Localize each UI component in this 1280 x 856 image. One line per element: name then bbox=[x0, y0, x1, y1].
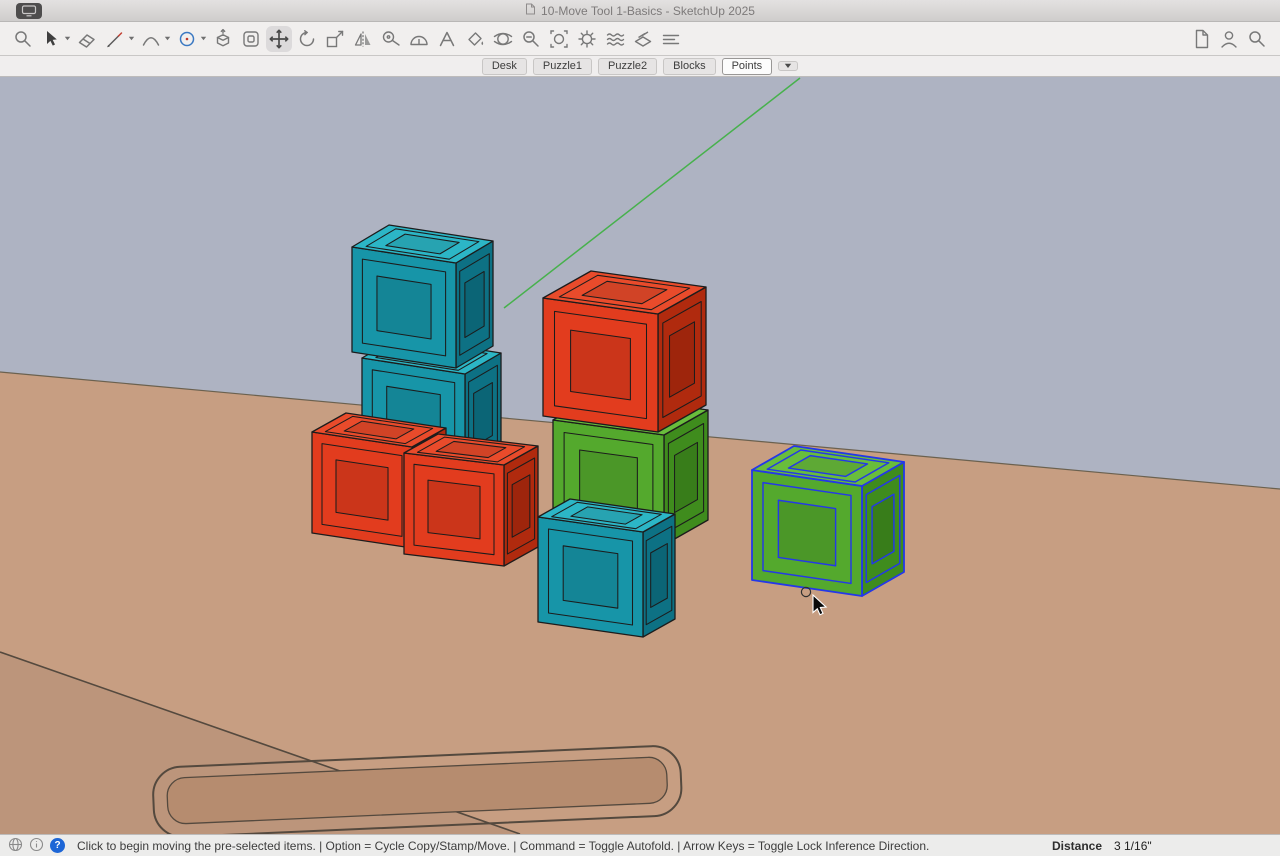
offset-icon[interactable] bbox=[238, 26, 264, 52]
distance-label: Distance bbox=[1051, 838, 1102, 853]
document-panel-icon[interactable] bbox=[1188, 26, 1214, 52]
document-proxy-icon bbox=[525, 3, 536, 18]
chevron-down-icon[interactable] bbox=[63, 26, 72, 52]
chevron-down-icon[interactable] bbox=[163, 26, 172, 52]
circle-icon[interactable] bbox=[174, 26, 200, 52]
section-plane-icon[interactable] bbox=[630, 26, 656, 52]
eraser-icon[interactable] bbox=[74, 26, 100, 52]
status-bar: ? Click to begin moving the pre-selected… bbox=[0, 834, 1280, 856]
distance-value-field[interactable]: 3 1/16" bbox=[1114, 839, 1164, 853]
display-icon[interactable] bbox=[16, 3, 42, 19]
paint-bucket-icon[interactable] bbox=[462, 26, 488, 52]
move-icon[interactable] bbox=[266, 25, 292, 52]
zoom-extents-icon[interactable] bbox=[546, 26, 572, 52]
scene-tabs-bar: Desk Puzzle1 Puzzle2 Blocks Points bbox=[0, 56, 1280, 77]
help-icon[interactable]: ? bbox=[50, 838, 65, 853]
globe-icon[interactable] bbox=[8, 837, 23, 855]
chevron-down-icon[interactable] bbox=[199, 26, 208, 52]
search-icon[interactable] bbox=[10, 26, 36, 52]
tabs-overflow-button[interactable] bbox=[778, 61, 799, 71]
title-bar: 10-Move Tool 1-Basics - SketchUp 2025 bbox=[0, 0, 1280, 22]
rotate-icon[interactable] bbox=[294, 26, 320, 52]
arc-icon[interactable] bbox=[138, 26, 164, 52]
tab-puzzle2[interactable]: Puzzle2 bbox=[598, 57, 658, 75]
shadows-icon[interactable] bbox=[602, 26, 628, 52]
cube-green-selected[interactable] bbox=[751, 445, 905, 597]
zoom-icon[interactable] bbox=[518, 26, 544, 52]
cube-teal-bottom[interactable] bbox=[537, 498, 676, 638]
flip-icon[interactable] bbox=[350, 26, 376, 52]
tape-measure-icon[interactable] bbox=[378, 26, 404, 52]
pencil-icon[interactable] bbox=[102, 26, 128, 52]
orbit-icon[interactable] bbox=[490, 26, 516, 52]
scale-icon[interactable] bbox=[322, 26, 348, 52]
cube-teal-upper[interactable] bbox=[351, 224, 494, 369]
select-icon[interactable] bbox=[38, 26, 64, 52]
sketchup-window: 10-Move Tool 1-Basics - SketchUp 2025 De… bbox=[0, 0, 1280, 856]
toolbar bbox=[0, 22, 1280, 56]
tab-desk[interactable]: Desk bbox=[481, 57, 527, 75]
cube-red-top-middle[interactable] bbox=[542, 270, 707, 433]
window-title: 10-Move Tool 1-Basics - SketchUp 2025 bbox=[541, 3, 755, 18]
tab-blocks[interactable]: Blocks bbox=[663, 57, 716, 75]
tab-puzzle1[interactable]: Puzzle1 bbox=[532, 57, 593, 75]
tab-points[interactable]: Points bbox=[721, 57, 773, 75]
status-message: Click to begin moving the pre-selected i… bbox=[77, 838, 930, 853]
protractor-icon[interactable] bbox=[406, 26, 432, 52]
search-icon[interactable] bbox=[1244, 26, 1270, 52]
styles-icon[interactable] bbox=[574, 26, 600, 52]
text-icon[interactable] bbox=[434, 26, 460, 52]
cube-red-front[interactable] bbox=[403, 433, 539, 567]
viewport[interactable] bbox=[0, 77, 1280, 834]
info-icon[interactable] bbox=[29, 837, 44, 855]
chevron-down-icon[interactable] bbox=[127, 26, 136, 52]
account-icon[interactable] bbox=[1216, 26, 1242, 52]
fog-icon[interactable] bbox=[658, 26, 684, 52]
push-pull-icon[interactable] bbox=[210, 26, 236, 52]
